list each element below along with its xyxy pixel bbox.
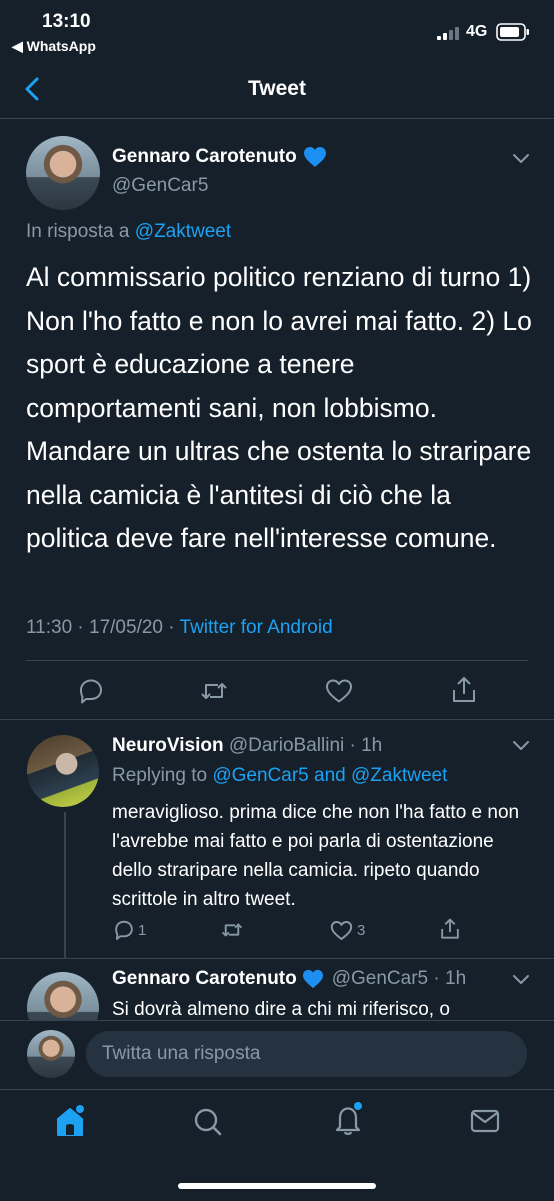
signal-icon xyxy=(437,26,463,40)
reply-2-clip: Gennaro Carotenuto @GenCar5 · 1h Si dovr… xyxy=(0,959,554,1020)
reply-author-name[interactable]: NeuroVision xyxy=(112,735,224,756)
meta-divider xyxy=(26,660,528,661)
like-count-button[interactable]: 3 xyxy=(330,920,365,941)
replying-prefix: Replying to xyxy=(112,765,208,786)
reply-count: 1 xyxy=(138,921,147,939)
status-time: 13:10 xyxy=(42,11,91,32)
reply-time: · 1h xyxy=(344,735,383,756)
author-name-row: Gennaro Carotenuto xyxy=(112,146,327,168)
compose-placeholder: Twitta una risposta xyxy=(102,1043,261,1064)
bell-icon xyxy=(333,1101,365,1137)
tab-notifications[interactable] xyxy=(333,1101,365,1137)
mail-icon xyxy=(470,1108,500,1134)
reply-time: · 1h xyxy=(428,968,467,989)
tweet-source-link[interactable]: Twitter for Android xyxy=(180,617,333,638)
tweet-text: Al commissario politico renziano di turn… xyxy=(26,262,532,553)
share-icon[interactable] xyxy=(439,917,461,941)
reply-prefix: In risposta a xyxy=(26,221,130,242)
search-icon xyxy=(193,1107,223,1137)
like-icon[interactable] xyxy=(325,678,353,704)
reply-context: In risposta a @Zaktweet xyxy=(26,221,231,243)
replying-to-link[interactable]: @GenCar5 and @Zaktweet xyxy=(212,765,447,786)
tweet-timestamp: 11:30 · 17/05/20 · xyxy=(26,617,180,638)
blue-heart-icon xyxy=(302,969,324,989)
author-name[interactable]: Gennaro Carotenuto xyxy=(112,146,297,168)
back-to-app-link[interactable]: ◀ WhatsApp xyxy=(12,38,96,55)
reply-text: meraviglioso. prima dice che non l'ha fa… xyxy=(112,802,520,910)
chevron-down-icon[interactable] xyxy=(511,973,531,987)
reply-header: NeuroVision @DarioBallini · 1h xyxy=(112,735,382,757)
avatar[interactable] xyxy=(27,1030,75,1078)
main-tweet-divider xyxy=(0,719,554,720)
header-divider xyxy=(0,118,554,119)
reply-text: Si dovrà almeno dire a chi mi riferisco,… xyxy=(112,999,450,1020)
share-icon[interactable] xyxy=(450,675,478,705)
network-type: 4G xyxy=(466,23,488,40)
reply-2-header: Gennaro Carotenuto @GenCar5 · 1h xyxy=(112,968,466,990)
reply-count-button[interactable]: 1 xyxy=(113,919,146,941)
tab-home[interactable] xyxy=(54,1104,86,1138)
avatar[interactable] xyxy=(26,136,100,210)
reply-to-link[interactable]: @Zaktweet xyxy=(135,221,231,242)
like-count: 3 xyxy=(357,922,366,939)
replying-to: Replying to @GenCar5 and @Zaktweet xyxy=(112,765,447,787)
thread-line xyxy=(64,812,66,958)
author-handle[interactable]: @GenCar5 xyxy=(112,175,208,197)
reply-icon[interactable] xyxy=(77,677,105,705)
home-indicator xyxy=(178,1183,376,1189)
tweet-meta: 11:30 · 17/05/20 · Twitter for Android xyxy=(26,617,333,639)
like-icon xyxy=(330,920,353,941)
reply-icon xyxy=(113,919,135,941)
avatar[interactable] xyxy=(27,972,99,1020)
reply-author-name[interactable]: Gennaro Carotenuto xyxy=(112,968,297,990)
battery-icon xyxy=(496,23,530,41)
avatar[interactable] xyxy=(27,735,99,807)
status-bar: 13:10 ◀ WhatsApp 4G xyxy=(0,0,554,60)
tab-search[interactable] xyxy=(193,1107,223,1137)
page-title: Tweet xyxy=(248,77,306,100)
chevron-down-icon[interactable] xyxy=(511,152,531,166)
retweet-icon[interactable] xyxy=(220,919,244,941)
retweet-icon[interactable] xyxy=(199,677,229,705)
blue-heart-icon xyxy=(303,146,327,168)
reply-author-handle[interactable]: @GenCar5 xyxy=(332,968,428,990)
tab-messages[interactable] xyxy=(470,1108,500,1134)
home-icon xyxy=(54,1104,86,1138)
reply-author-handle[interactable]: @DarioBallini xyxy=(229,735,344,756)
chevron-down-icon[interactable] xyxy=(511,739,531,753)
compose-input[interactable]: Twitta una risposta xyxy=(86,1031,527,1077)
